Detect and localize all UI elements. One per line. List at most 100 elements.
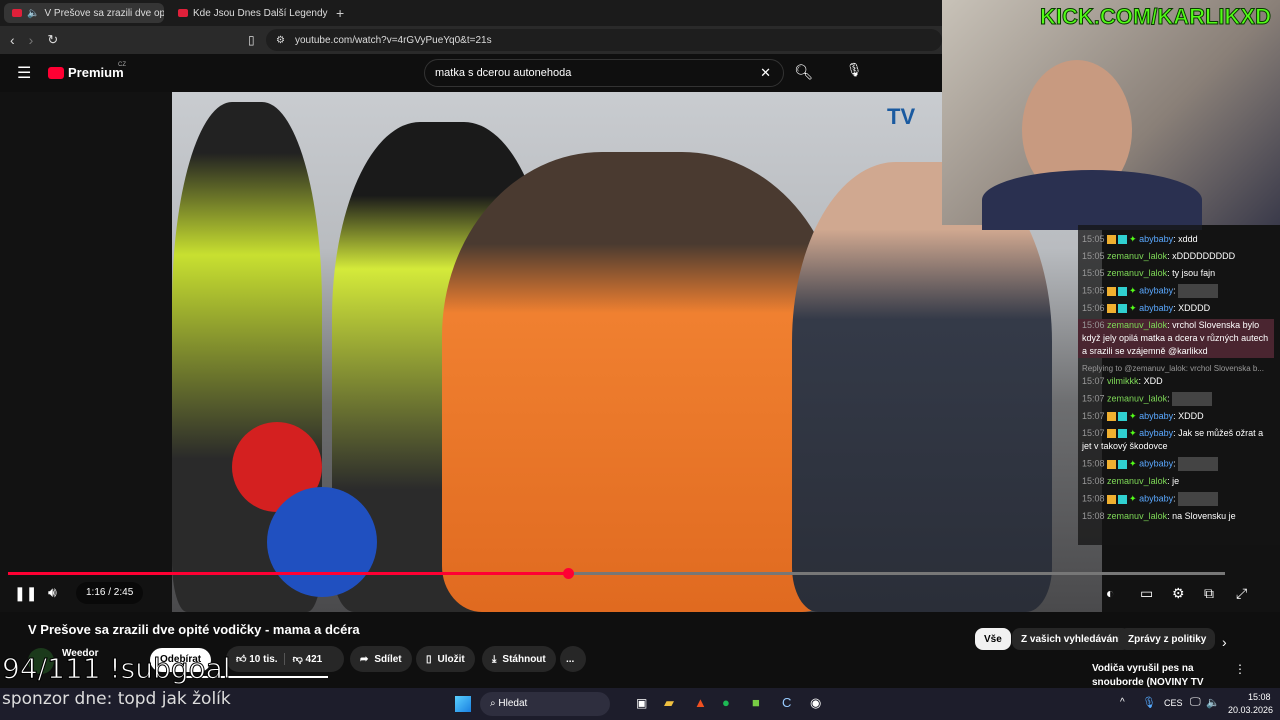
crown-badge-icon	[1107, 459, 1117, 469]
clear-search-icon[interactable]: ✕	[760, 65, 771, 81]
clock-time[interactable]: 15:08	[1248, 692, 1271, 702]
chat-text: xddd	[1178, 234, 1198, 244]
task-view-icon[interactable]: ▣	[636, 696, 647, 710]
chat-message: 15:07 ✦ abybaby: XDDD	[1082, 411, 1204, 422]
volume-icon[interactable]: 🔊︎	[48, 584, 57, 601]
like-button[interactable]: 👍︎ 10 tis.	[236, 653, 278, 665]
speaker-icon: 🔈	[27, 7, 40, 19]
emote-image	[1178, 284, 1219, 298]
dislike-button[interactable]: 👎︎ 421	[283, 653, 322, 665]
brave-icon[interactable]: ▲	[694, 695, 707, 710]
chat-username[interactable]: abybaby	[1139, 458, 1173, 468]
forward-icon[interactable]: ›	[29, 32, 34, 48]
tab-video[interactable]: 🔈V Prešove sa zrazili dve opité✕	[4, 3, 164, 23]
miniplayer-icon[interactable]: ⧉	[1204, 585, 1214, 602]
chevron-right-icon[interactable]: ›	[1222, 634, 1227, 650]
chat-timestamp: 15:07	[1082, 428, 1105, 438]
kick-badge-icon: ✦	[1129, 234, 1137, 244]
bookmark-icon[interactable]: ▯	[248, 33, 255, 47]
stream-chat: 15:05 ✦ abybaby: xddd 15:05 zemanuv_lalok…	[1078, 225, 1280, 545]
pause-icon[interactable]: ❚❚	[14, 585, 37, 602]
chat-text: XDDDD	[1178, 303, 1211, 313]
microphone-icon[interactable]: 🎙︎	[840, 62, 868, 84]
clock-date[interactable]: 20.03.2026	[1228, 705, 1273, 715]
video-title: V Prešove sa zrazili dve opité vodičky -…	[28, 622, 360, 637]
chat-username[interactable]: zemanuv_lalok	[1107, 393, 1167, 403]
sponsor-overlay: sponzor dne: topd jak žolík	[2, 689, 231, 709]
chat-username[interactable]: abybaby	[1139, 428, 1173, 438]
crown-badge-icon	[1107, 286, 1117, 296]
chip-politics[interactable]: Zprávy z politiky	[1119, 628, 1216, 650]
chat-timestamp: 15:06	[1082, 303, 1105, 313]
chat-message: 15:08 ✦ abybaby:	[1082, 492, 1274, 506]
search-icon[interactable]: 🔍︎	[794, 63, 813, 81]
chat-username[interactable]: abybaby	[1139, 303, 1173, 313]
volume-tray-icon[interactable]: 🔈	[1206, 696, 1220, 709]
crown-badge-icon	[1107, 304, 1117, 314]
share-icon: ➦	[360, 653, 369, 665]
chat-message: 15:07 zemanuv_lalok:	[1082, 392, 1274, 406]
kick-badge-icon: ✦	[1129, 303, 1137, 313]
back-icon[interactable]: ‹	[10, 32, 15, 48]
file-explorer-icon[interactable]: ▰	[664, 695, 674, 711]
more-actions-button[interactable]: ...	[560, 646, 586, 672]
save-button[interactable]: ▯ Uložit	[416, 646, 475, 672]
chat-username[interactable]: zemanuv_lalok	[1107, 251, 1167, 261]
channel-watermark: TV	[887, 104, 916, 129]
emote-image	[1178, 457, 1219, 471]
search-input[interactable]: matka s dcerou autonehoda ✕	[424, 59, 784, 87]
youtube-logo-icon[interactable]	[48, 67, 64, 79]
url-field[interactable]: ⚙ youtube.com/watch?v=4rGVyPueYq0&t=21s	[266, 29, 942, 51]
chat-username[interactable]: zemanuv_lalok	[1107, 511, 1167, 521]
tab-bar: 🔈V Prešove sa zrazili dve opité✕ Kde Jso…	[0, 0, 942, 26]
microphone-tray-icon[interactable]: 🎙︎	[1142, 696, 1156, 709]
chip-from-searches[interactable]: Z vašich vyhledávání	[1012, 628, 1131, 650]
settings-icon[interactable]: ⚙	[1172, 585, 1185, 602]
logo-text[interactable]: Premium	[68, 65, 124, 80]
tab-legendy[interactable]: Kde Jsou Dnes Další Legendy Českos	[170, 3, 330, 23]
taskbar-search[interactable]: ⌕ Hledat	[480, 692, 610, 716]
chat-timestamp: 15:07	[1082, 411, 1105, 421]
app-c-icon[interactable]: C	[782, 695, 791, 710]
reply-context: Replying to @zemanuv_lalok: vrchol Slove…	[1082, 364, 1264, 373]
chat-username[interactable]: abybaby	[1139, 411, 1173, 421]
chat-username[interactable]: zemanuv_lalok	[1107, 268, 1167, 278]
app-icon[interactable]: ■	[752, 695, 760, 710]
chat-message: 15:08 zemanuv_lalok: na Slovensku je	[1082, 511, 1236, 521]
chat-message: Replying to @zemanuv_lalok: vrchol Slove…	[1082, 362, 1274, 388]
crown-badge-icon	[1107, 494, 1117, 504]
new-tab-button[interactable]: +	[336, 5, 344, 21]
chat-username[interactable]: abybaby	[1139, 493, 1173, 503]
spotify-icon[interactable]: ●	[722, 695, 730, 710]
obs-icon[interactable]: ◉	[810, 695, 821, 711]
emote-image	[1172, 392, 1213, 406]
chat-username[interactable]: zemanuv_lalok	[1107, 320, 1167, 330]
chat-username[interactable]: vilmikkk	[1107, 376, 1139, 386]
site-settings-icon[interactable]: ⚙	[276, 35, 285, 46]
subtitles-icon[interactable]: ▭	[1140, 585, 1153, 602]
menu-icon[interactable]: ☰	[17, 63, 31, 83]
address-bar: ‹ › ↻ ▯ ⚙ youtube.com/watch?v=4rGVyPueYq0…	[0, 26, 942, 54]
windows-start-icon[interactable]	[455, 696, 471, 712]
chat-text: XDD	[1143, 376, 1163, 386]
share-button[interactable]: ➦ Sdílet	[350, 646, 412, 672]
chat-username[interactable]: abybaby	[1139, 234, 1173, 244]
sub-badge-icon	[1118, 304, 1128, 314]
tray-chevron-icon[interactable]: ^	[1120, 697, 1125, 708]
scrubber-handle[interactable]	[562, 568, 574, 579]
language-indicator[interactable]: CES	[1164, 698, 1183, 708]
network-icon[interactable]: 🖵	[1190, 696, 1201, 709]
fullscreen-icon[interactable]: ⤢	[1236, 585, 1247, 602]
kick-badge-icon: ✦	[1129, 285, 1137, 296]
progress-played	[8, 572, 568, 575]
more-vert-icon[interactable]: ⋮	[1234, 662, 1246, 676]
chip-all[interactable]: Vše	[975, 628, 1011, 650]
autoplay-toggle[interactable]: ◐	[1106, 585, 1114, 601]
chat-message: 15:08 zemanuv_lalok: je	[1082, 476, 1180, 486]
webcam-overlay	[942, 0, 1280, 230]
progress-bar[interactable]	[8, 568, 1225, 579]
chat-username[interactable]: zemanuv_lalok	[1107, 476, 1167, 486]
reload-icon[interactable]: ↻	[47, 32, 58, 48]
chat-username[interactable]: abybaby	[1139, 285, 1173, 295]
download-button[interactable]: ⤓ Stáhnout	[482, 646, 556, 672]
